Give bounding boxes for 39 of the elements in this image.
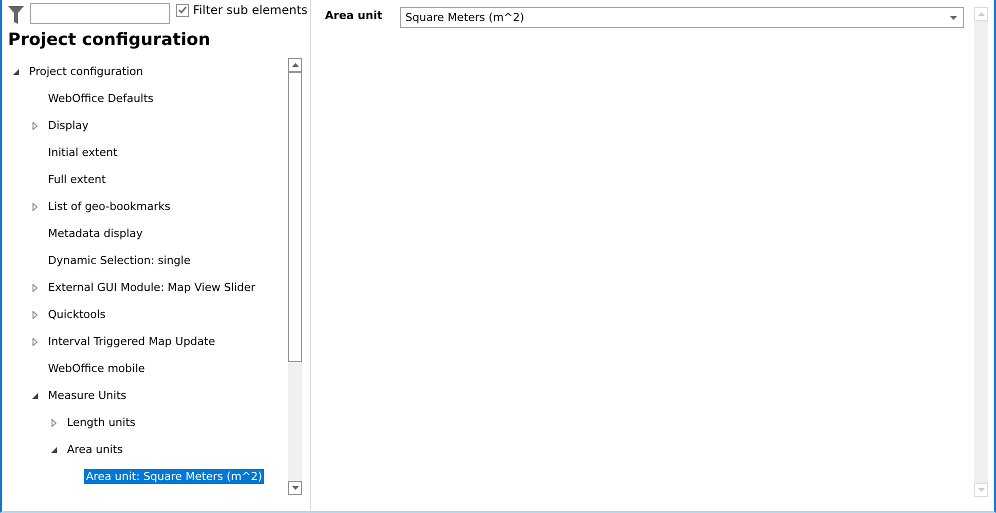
up-arrow-icon [292, 63, 298, 67]
property-label: Area unit [325, 8, 382, 22]
expanded-triangle-icon[interactable] [12, 68, 20, 76]
expanded-triangle-icon[interactable] [50, 446, 58, 454]
expanded-triangle-icon[interactable] [31, 392, 39, 400]
collapsed-triangle-icon[interactable] [50, 418, 58, 426]
tree-item[interactable]: Area unit: Square Meters (m^2) [84, 469, 264, 484]
tree-item[interactable]: Measure Units [46, 388, 128, 403]
filter-icon[interactable] [8, 6, 24, 24]
tree-item[interactable]: Length units [65, 415, 138, 430]
tree-item[interactable]: Full extent [46, 172, 108, 187]
tree-item[interactable]: Interval Triggered Map Update [46, 334, 218, 349]
tree-item[interactable]: WebOffice Defaults [46, 91, 156, 106]
scrollbar[interactable] [974, 7, 988, 497]
tree-item[interactable]: Area units [65, 442, 125, 457]
down-arrow-icon [292, 486, 298, 490]
filter-field[interactable] [30, 3, 170, 24]
tree-item[interactable]: Dynamic Selection: single [46, 253, 192, 268]
collapsed-triangle-icon[interactable] [31, 310, 39, 318]
tree-item[interactable]: Project configuration [27, 64, 146, 79]
collapsed-triangle-icon[interactable] [31, 338, 39, 346]
collapsed-triangle-icon[interactable] [31, 122, 39, 130]
down-arrow-icon [978, 488, 984, 492]
tree-item[interactable]: List of geo-bookmarks [46, 199, 172, 214]
tree-item[interactable]: Metadata display [46, 226, 145, 241]
panel-title: Project configuration [8, 30, 212, 50]
collapsed-triangle-icon[interactable] [31, 284, 39, 292]
tree-item[interactable]: Display [46, 118, 91, 133]
checkmark-icon [178, 6, 187, 14]
tree-item[interactable]: WebOffice mobile [46, 361, 147, 376]
filter-checkbox[interactable]: Filter sub elements [176, 3, 308, 17]
tree-item[interactable]: Quicktools [46, 307, 108, 322]
tree-item[interactable]: Initial extent [46, 145, 120, 160]
collapsed-triangle-icon[interactable] [31, 202, 39, 210]
tree-item[interactable]: External GUI Module: Map View Slider [46, 280, 258, 295]
down-arrow-icon [950, 16, 957, 20]
unit-dropdown[interactable]: Square Meters (m^2) [400, 7, 964, 28]
up-arrow-icon [978, 12, 984, 16]
scrollbar[interactable] [288, 58, 302, 495]
